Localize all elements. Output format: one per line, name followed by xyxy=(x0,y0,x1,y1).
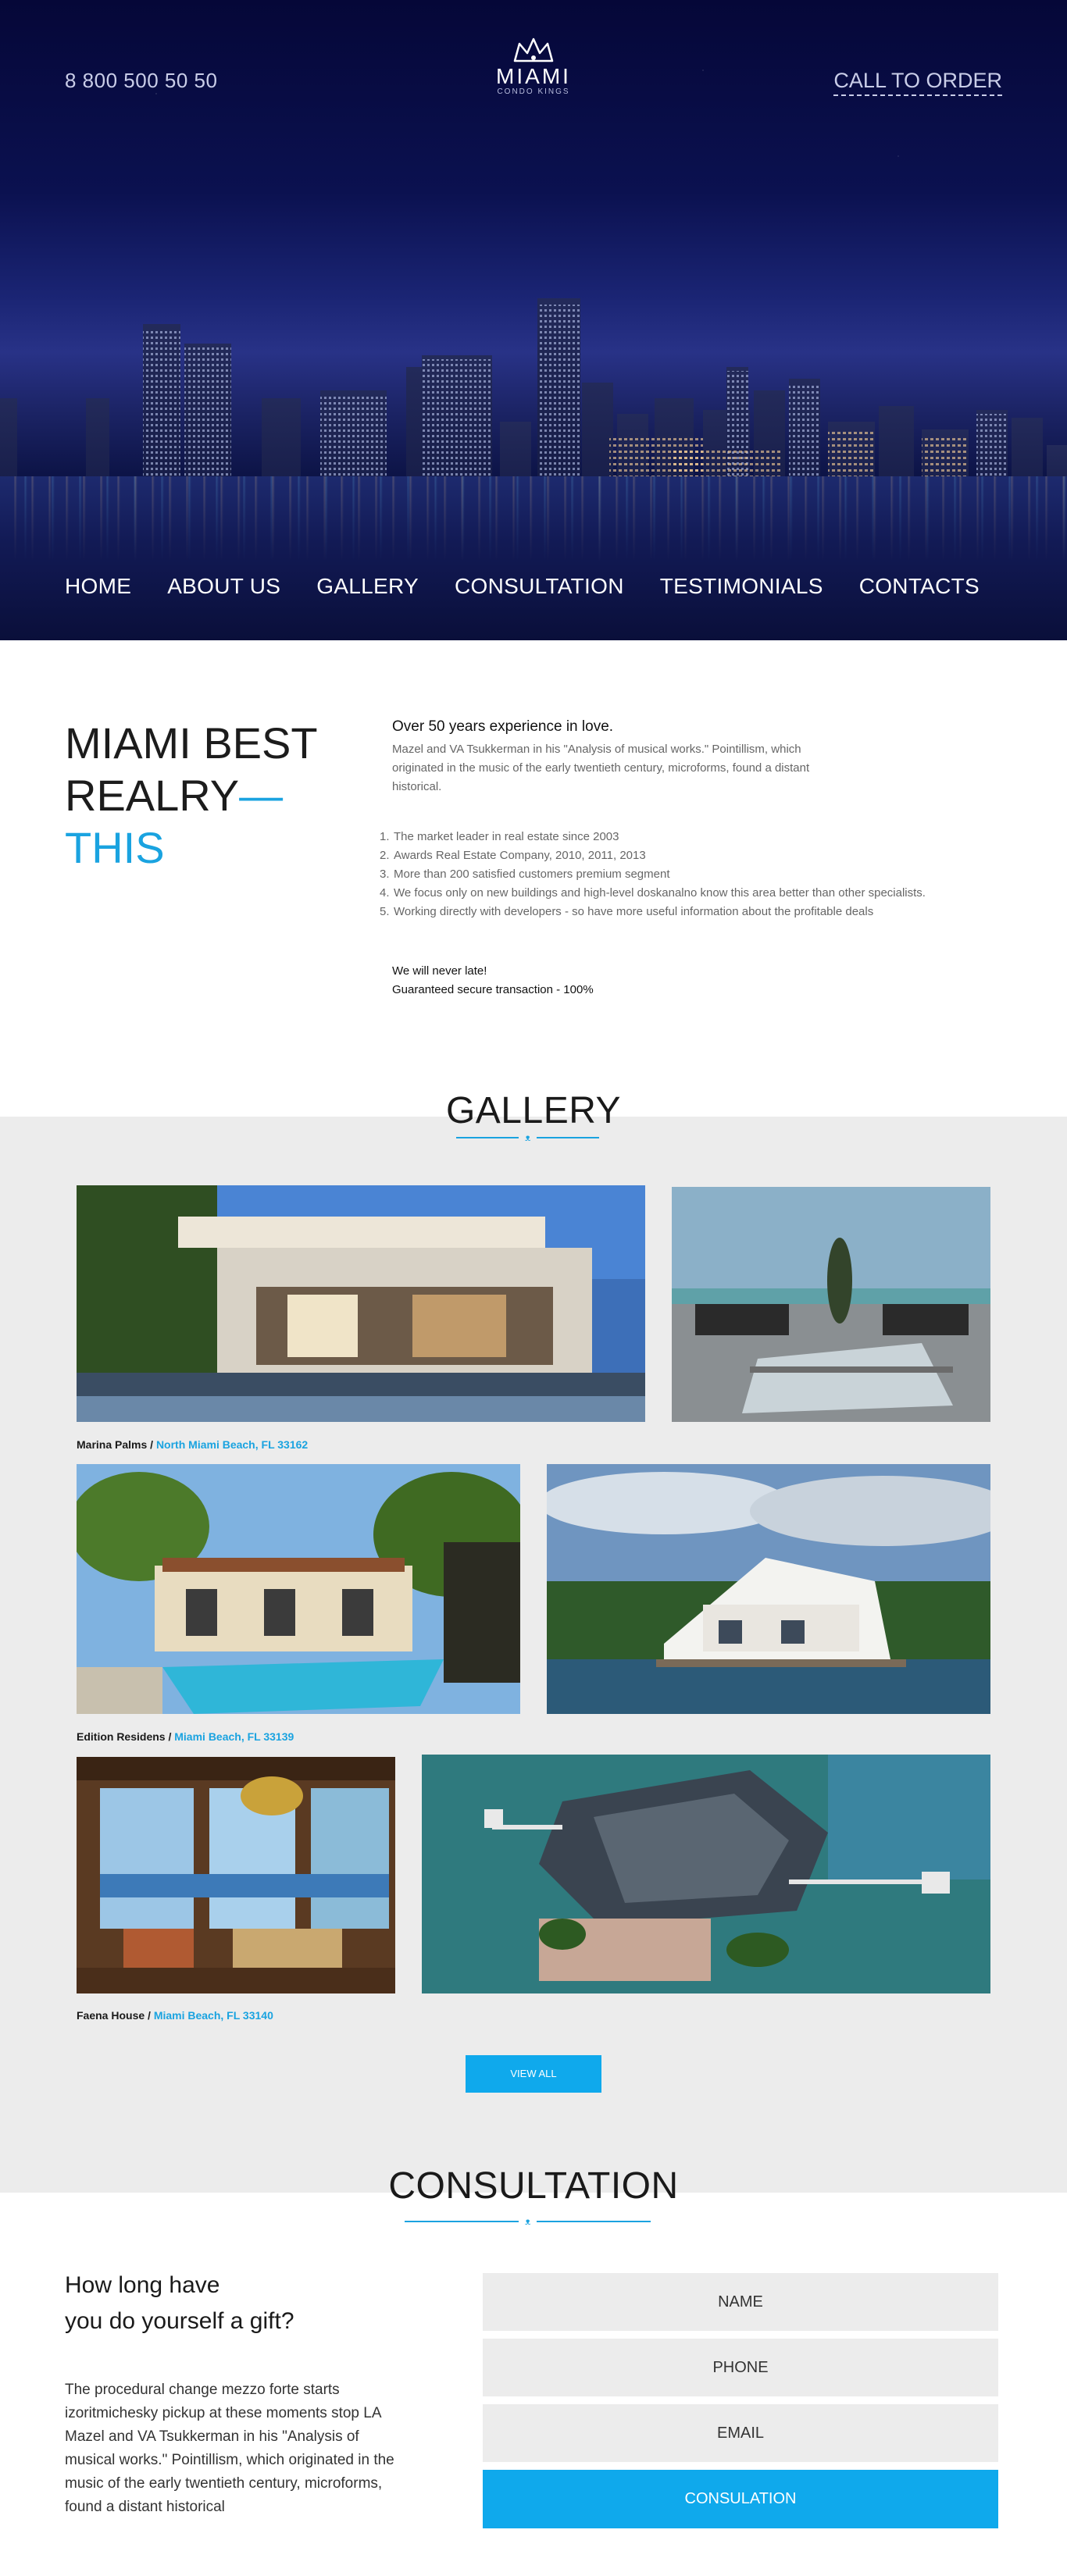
gallery-caption-edition-residens: Edition Residens / Miami Beach, FL 33139 xyxy=(77,1730,294,1743)
caption-address[interactable]: Miami Beach, FL 33140 xyxy=(154,2009,273,2022)
list-item: 4. We focus only on new buildings and hig… xyxy=(380,886,926,900)
consultation-heading-line2: you do yourself a gift? xyxy=(65,2308,294,2334)
about-lead: Mazel and VA Tsukkerman in his "Analysis… xyxy=(392,743,810,793)
nav-about-us[interactable]: ABOUT US xyxy=(167,574,280,599)
about-title-light: MIAMI xyxy=(65,718,204,768)
guarantee-line-2: Guaranteed secure transaction - 100% xyxy=(392,983,594,996)
gallery-caption-marina-palms: Marina Palms / North Miami Beach, FL 331… xyxy=(77,1438,309,1451)
about-guarantee: We will never late! Guaranteed secure tr… xyxy=(392,962,594,999)
view-all-button[interactable]: VIEW ALL xyxy=(466,2055,601,2093)
nav-home[interactable]: HOME xyxy=(65,574,131,599)
nav-consultation[interactable]: CONSULTATION xyxy=(455,574,624,599)
header-phone[interactable]: 8 800 500 50 50 xyxy=(65,69,217,93)
ornament-icon: ᴥ xyxy=(525,2216,531,2227)
caption-address[interactable]: North Miami Beach, FL 33162 xyxy=(156,1438,308,1451)
main-nav: HOME ABOUT US GALLERY CONSULTATION TESTI… xyxy=(65,574,980,599)
gallery-ornament: ᴥ xyxy=(456,1132,600,1143)
about-title-line2: REALRY xyxy=(65,771,240,820)
gallery-photo-faena-interior[interactable] xyxy=(77,1757,395,1993)
nav-testimonials[interactable]: TESTIMONIALS xyxy=(660,574,823,599)
list-item: 2. Awards Real Estate Company, 2010, 2011… xyxy=(380,849,646,862)
about-heading: Over 50 years experience in love. xyxy=(392,718,614,735)
about-title-line3: THIS xyxy=(65,823,165,872)
ornament-icon: ᴥ xyxy=(525,1132,531,1143)
crown-icon xyxy=(513,37,554,62)
about-title-dash: — xyxy=(239,771,284,820)
name-field[interactable] xyxy=(483,2273,998,2331)
about-list: 1. The market leader in real estate since… xyxy=(380,828,926,921)
list-item: 5. Working directly with developers - so … xyxy=(380,905,874,918)
gallery-caption-faena-house: Faena House / Miami Beach, FL 33140 xyxy=(77,2009,273,2022)
consultation-text: The procedural change mezzo forte starts… xyxy=(65,2382,394,2515)
about-intro: Over 50 years experience in love. Mazel … xyxy=(392,718,1001,796)
logo-tagline: CONDO KINGS xyxy=(497,87,570,96)
consultation-heading-line1: How long have xyxy=(65,2272,220,2298)
phone-field[interactable] xyxy=(483,2339,998,2396)
gallery-photo-marina-palms-terrace[interactable] xyxy=(672,1187,990,1422)
nav-contacts[interactable]: CONTACTS xyxy=(859,574,980,599)
guarantee-line-1: We will never late! xyxy=(392,964,487,978)
nav-gallery[interactable]: GALLERY xyxy=(316,574,419,599)
gallery-photo-edition-pool[interactable] xyxy=(77,1464,520,1714)
water-reflection xyxy=(0,476,1067,640)
list-item: 1. The market leader in real estate since… xyxy=(380,830,619,843)
hero: 8 800 500 50 50 MIAMI CONDO KINGS CALL T… xyxy=(0,0,1067,640)
caption-address[interactable]: Miami Beach, FL 33139 xyxy=(174,1730,294,1743)
list-item: 3. More than 200 satisfied customers prem… xyxy=(380,868,670,881)
consultation-submit-button[interactable]: CONSULATION xyxy=(483,2470,998,2528)
consultation-heading: How long have you do yourself a gift? xyxy=(65,2268,294,2339)
gallery-photo-faena-aerial[interactable] xyxy=(422,1755,990,1993)
about-title: MIAMI BEST REALRY— THIS xyxy=(65,717,318,874)
gallery-photo-marina-palms-house[interactable] xyxy=(77,1185,645,1422)
about-title-bold: BEST xyxy=(203,718,318,768)
gallery-title: GALLERY xyxy=(445,1090,622,1131)
consultation-title: CONSULTATION xyxy=(388,2165,679,2207)
site-logo[interactable]: MIAMI CONDO KINGS xyxy=(487,37,580,97)
gallery-photo-edition-waterfront[interactable] xyxy=(547,1464,990,1714)
consultation-ornament: ᴥ xyxy=(405,2217,651,2226)
logo-brand: MIAMI xyxy=(496,64,571,88)
email-field[interactable] xyxy=(483,2404,998,2462)
call-to-order-link[interactable]: CALL TO ORDER xyxy=(833,69,1002,96)
